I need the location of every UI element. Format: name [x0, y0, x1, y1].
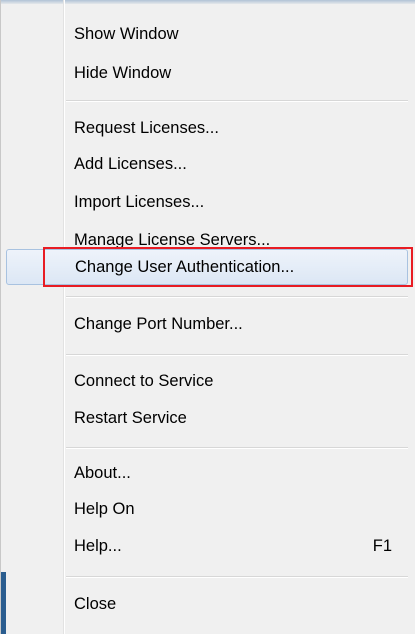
menu-item-label: Change User Authentication...: [75, 257, 295, 276]
menu-item-label: Help...: [74, 536, 122, 555]
menu-item-label: Change Port Number...: [74, 314, 243, 333]
menu-item-change-port-number[interactable]: Change Port Number...: [6, 306, 408, 342]
menu-item-label: Request Licenses...: [74, 118, 219, 137]
menu-item-label: Manage License Servers...: [74, 230, 271, 249]
menu-item-import-licenses[interactable]: Import Licenses...: [6, 184, 408, 220]
menu-item-change-user-authentication[interactable]: Change User Authentication...: [6, 249, 408, 285]
menu-item-label: Connect to Service: [74, 371, 214, 390]
menu-item-add-licenses[interactable]: Add Licenses...: [6, 146, 408, 182]
menu-item-request-licenses[interactable]: Request Licenses...: [6, 110, 408, 146]
menu-separator: [66, 576, 408, 578]
menu-item-help[interactable]: Help... F1: [6, 528, 408, 564]
context-menu: Show Window Hide Window Request Licenses…: [0, 0, 415, 634]
menu-item-label: About...: [74, 463, 131, 482]
menu-item-label: Import Licenses...: [74, 192, 205, 211]
menu-item-show-window[interactable]: Show Window: [6, 16, 408, 52]
menu-separator: [66, 354, 408, 356]
menu-separator: [66, 447, 408, 449]
menu-separator: [66, 296, 408, 298]
menu-item-close[interactable]: Close: [6, 586, 408, 622]
menu-item-label: Restart Service: [74, 408, 187, 427]
menu-item-label: Show Window: [74, 24, 179, 43]
menu-item-label: Help On: [74, 499, 135, 518]
menu-item-label: Close: [74, 594, 117, 613]
menu-item-help-on[interactable]: Help On: [6, 491, 408, 527]
menu-item-label: Add Licenses...: [74, 154, 187, 173]
menu-item-shortcut: F1: [372, 536, 392, 555]
menu-item-connect-to-service[interactable]: Connect to Service: [6, 363, 408, 399]
menu-item-label: Hide Window: [74, 63, 172, 82]
menu-item-hide-window[interactable]: Hide Window: [6, 55, 408, 91]
menu-item-about[interactable]: About...: [6, 455, 408, 491]
menu-separator: [66, 100, 408, 102]
menu-item-restart-service[interactable]: Restart Service: [6, 400, 408, 436]
